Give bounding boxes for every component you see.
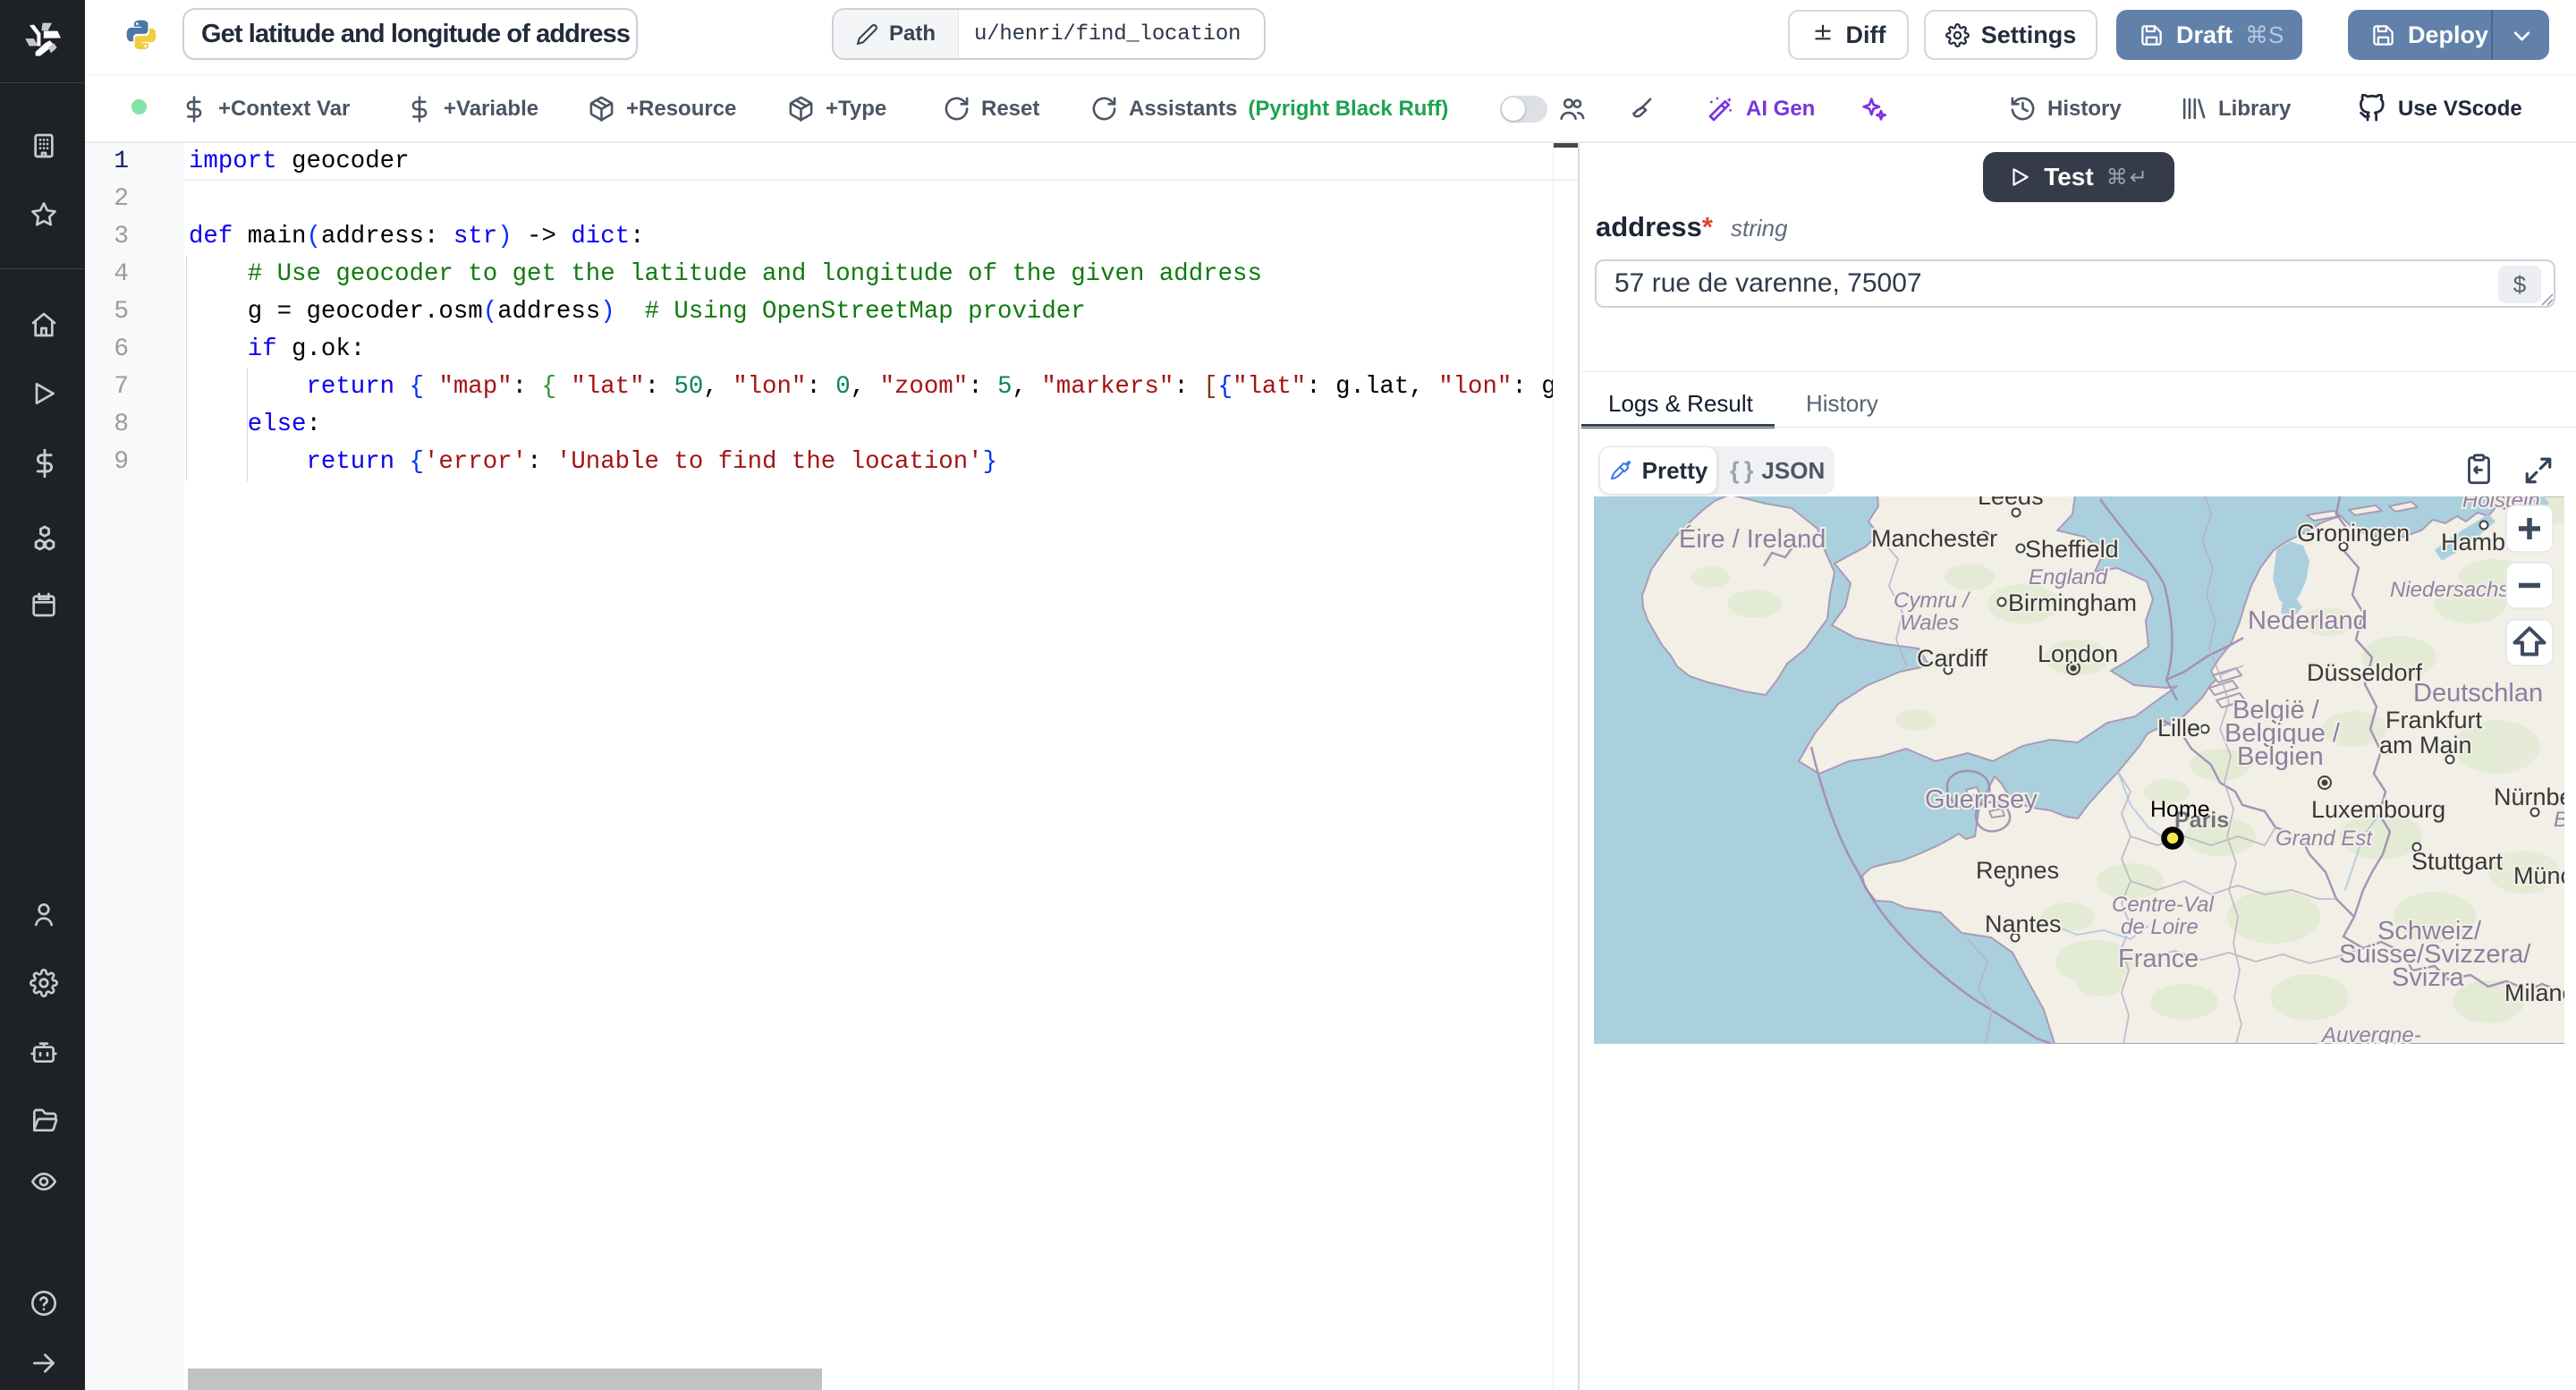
svg-text:Lille: Lille [2157,715,2200,742]
svg-text:Belgien: Belgien [2237,742,2324,771]
svg-text:Grand Est: Grand Est [2275,826,2373,851]
svg-text:Müncl: Müncl [2513,862,2564,889]
svg-text:Leeds: Leeds [1978,496,2044,510]
svg-text:Frankfurt: Frankfurt [2385,707,2483,733]
svg-text:Nürnber: Nürnber [2494,784,2564,810]
svg-text:Wales: Wales [1900,611,1959,635]
svg-text:Milano: Milano [2504,979,2564,1006]
svg-text:Home: Home [2150,797,2210,822]
svg-text:Auvergne-: Auvergne- [2320,1023,2421,1044]
svg-text:Guernsey: Guernsey [1925,785,2038,814]
svg-text:de Loire: de Loire [2121,915,2199,939]
svg-text:Rennes: Rennes [1976,857,2059,884]
svg-text:Cymru /: Cymru / [1894,589,1970,613]
svg-text:Manchester: Manchester [1871,525,1997,552]
svg-text:Düsseldorf: Düsseldorf [2307,659,2423,686]
svg-text:Ba: Ba [2554,808,2564,832]
svg-text:Nederland: Nederland [2248,606,2368,635]
svg-text:France: France [2118,945,2199,973]
svg-text:Cardiff: Cardiff [1917,645,1988,672]
svg-text:Groningen: Groningen [2297,520,2410,547]
svg-text:am Main: am Main [2379,732,2472,759]
svg-text:London: London [2038,640,2118,667]
svg-text:Nantes: Nantes [1985,911,2062,937]
svg-text:Centre-Val: Centre-Val [2112,893,2214,917]
svg-text:Éire / Ireland: Éire / Ireland [1679,524,1826,554]
svg-text:Svizra: Svizra [2392,963,2464,992]
svg-text:England: England [2029,565,2108,589]
svg-text:Stuttgart: Stuttgart [2411,848,2504,875]
svg-text:Luxembourg: Luxembourg [2311,796,2445,823]
svg-text:Sheffield: Sheffield [2025,536,2119,563]
svg-text:Deutschlan: Deutschlan [2413,679,2543,708]
svg-text:Birmingham: Birmingham [2008,589,2137,616]
